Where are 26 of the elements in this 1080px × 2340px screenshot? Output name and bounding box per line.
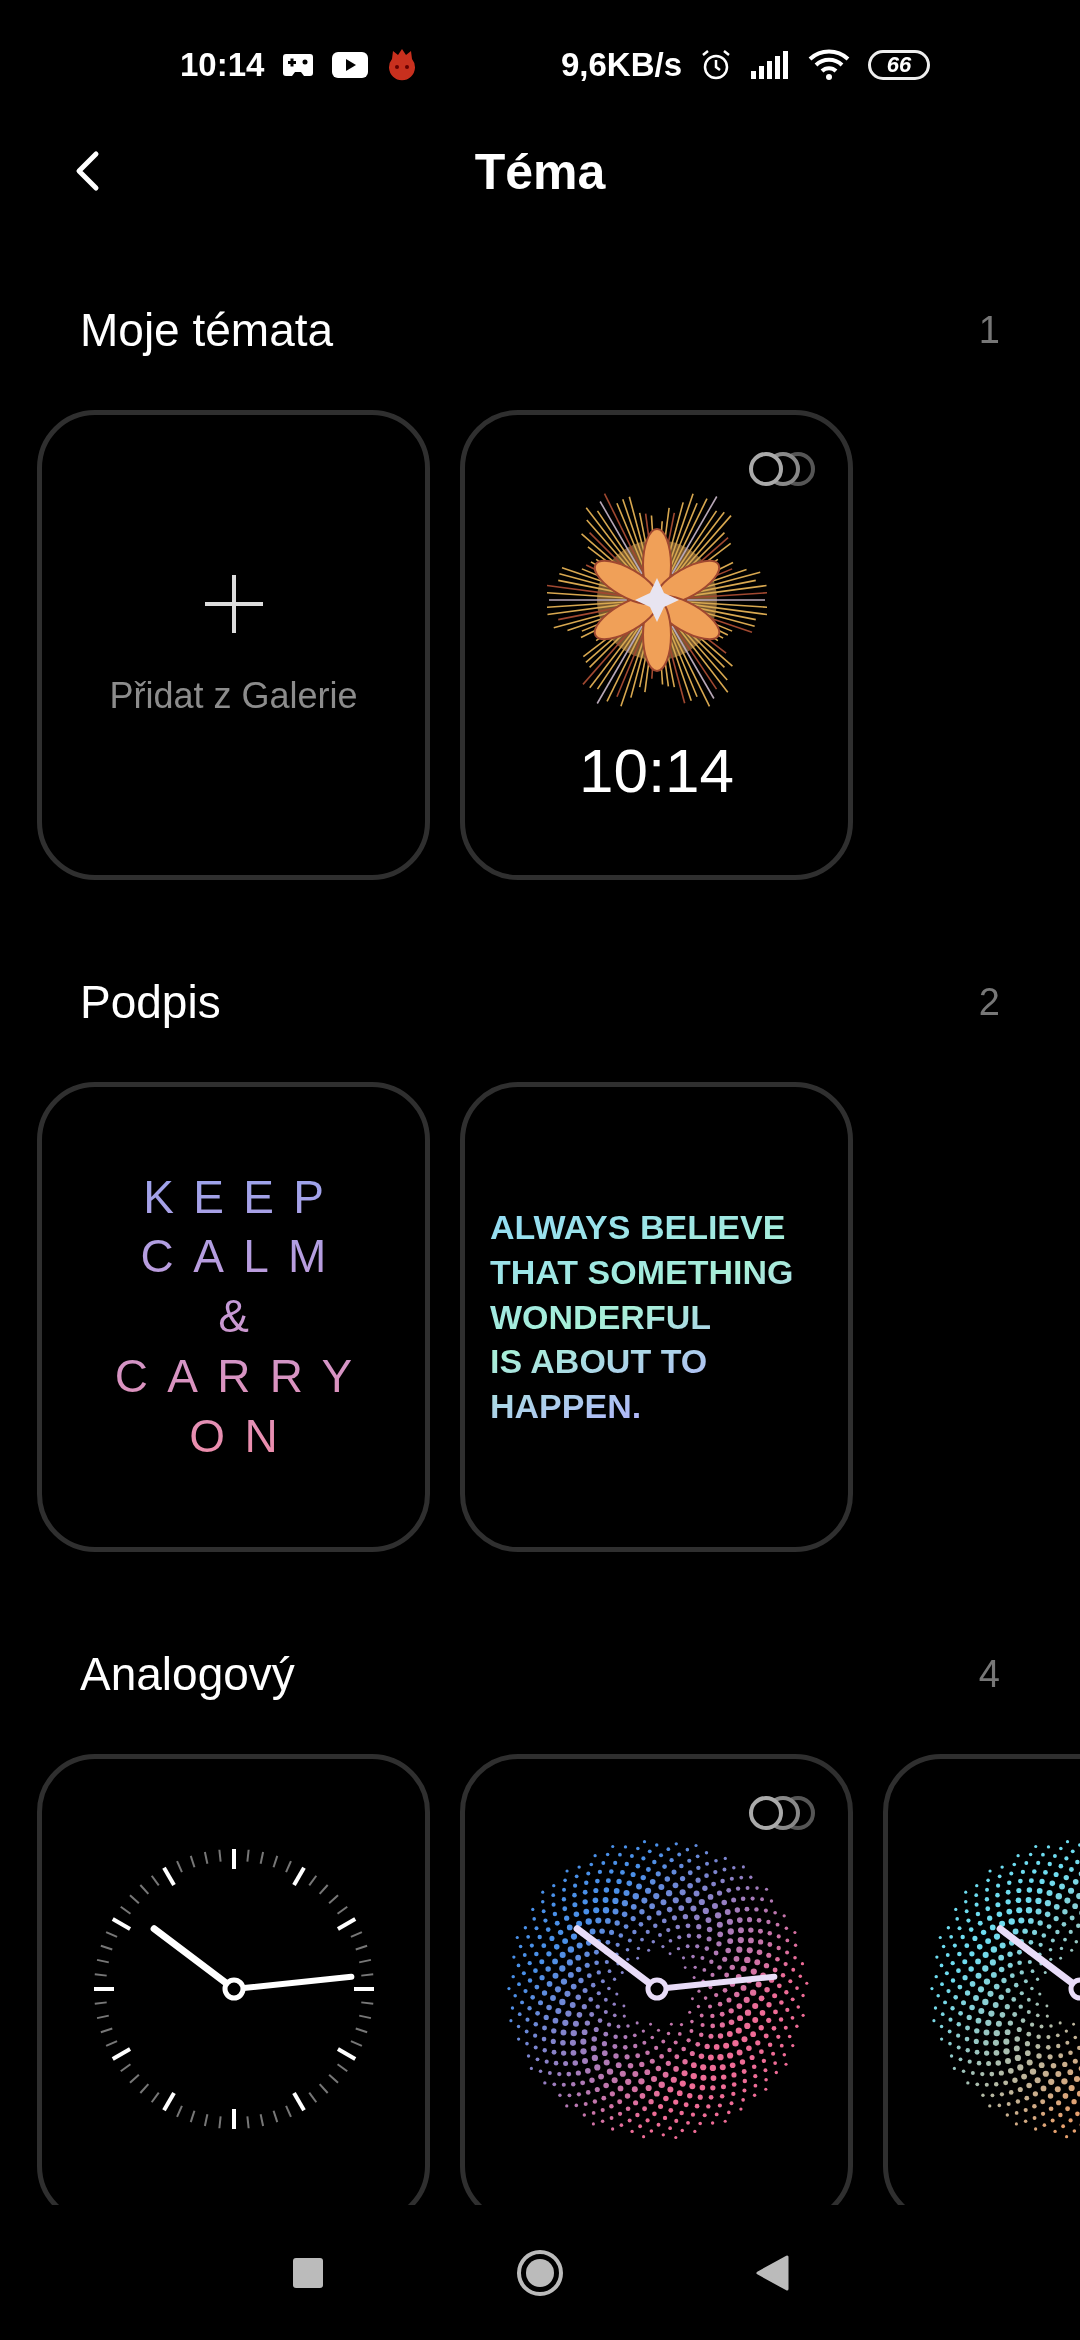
status-time: 10:14 — [180, 46, 265, 84]
home-button[interactable] — [515, 2247, 565, 2298]
alarm-clock-icon — [700, 49, 732, 81]
page-title: Téma — [474, 143, 606, 201]
add-from-gallery-label: Přidat z Galerie — [109, 675, 358, 717]
theme-card[interactable]: Přidat z Galerie — [37, 410, 430, 880]
wifi-icon — [808, 49, 850, 81]
video-play-icon — [332, 52, 369, 78]
battery-indicator: 66 — [868, 50, 930, 80]
section-title: Podpis — [80, 975, 221, 1029]
section-count: 2 — [978, 980, 1000, 1024]
clock-time: 10:14 — [578, 734, 735, 806]
network-speed: 9,6KB/s — [560, 46, 682, 84]
back-nav-button[interactable] — [755, 2254, 789, 2291]
section-count: 4 — [978, 1652, 1000, 1696]
theme-card[interactable]: 10:14 — [460, 410, 853, 880]
theme-card[interactable]: KEEP CALM & CARRY ON — [37, 1082, 430, 1552]
recents-button[interactable] — [291, 2255, 325, 2290]
section-title: Moje témata — [80, 303, 334, 357]
gamepad-icon — [282, 52, 315, 78]
theme-card[interactable]: ALWAYS BELIEVE THAT SOMETHING WONDERFUL IS ABOUT TO HAPPEN. — [460, 1082, 853, 1552]
theme-card[interactable] — [460, 1754, 853, 2205]
plus-icon — [202, 573, 265, 635]
section-title: Analogový — [80, 1647, 295, 1701]
section-count: 1 — [978, 308, 1000, 352]
signal-icon — [750, 51, 790, 79]
